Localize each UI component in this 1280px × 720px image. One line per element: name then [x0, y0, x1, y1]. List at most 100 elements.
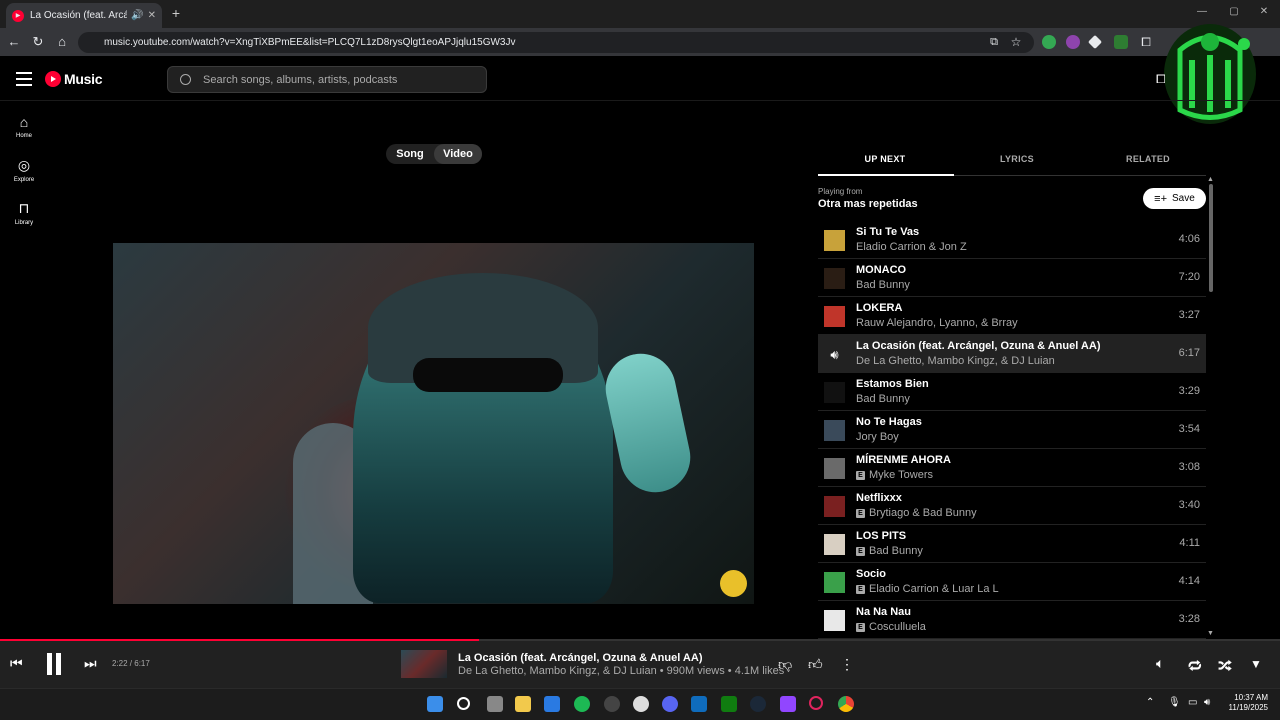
new-tab-button[interactable]: +	[168, 5, 184, 21]
search-input[interactable]: Search songs, albums, artists, podcasts	[167, 66, 487, 93]
queue-scrollbar[interactable]	[1209, 184, 1213, 292]
tab-related[interactable]: RELATED	[1083, 154, 1213, 164]
previous-button[interactable]: ⏮	[10, 655, 23, 672]
opera-icon[interactable]	[809, 696, 823, 710]
queue-item[interactable]: Estamos Bien Bad Bunny 3:29	[818, 373, 1206, 411]
now-playing-title[interactable]: La Ocasión (feat. Arcángel, Ozuna & Anue…	[458, 652, 702, 664]
system-clock[interactable]: 10:37 AM 11/19/2025	[1222, 693, 1268, 713]
extension-icon[interactable]	[1114, 35, 1128, 49]
tray-chevron-icon[interactable]: ⌃	[1146, 697, 1154, 708]
save-button[interactable]: ≡+ Save	[1143, 188, 1206, 209]
now-playing-speaker-icon[interactable]: 🔊︎	[824, 344, 845, 365]
extension-icon[interactable]	[1066, 35, 1080, 49]
browser-tab[interactable]: ▶ La Ocasión (feat. Arcángel, Oz 🔊 ✕	[6, 3, 162, 28]
app-icon[interactable]	[574, 696, 590, 712]
sidebar-item-home[interactable]: ⌂ Home	[4, 114, 44, 139]
queue-item-thumbnail[interactable]	[824, 496, 845, 517]
taskbar-search-icon[interactable]	[457, 697, 470, 710]
queue-item-title: Si Tu Te Vas	[856, 226, 920, 238]
xbox-icon[interactable]	[721, 696, 737, 712]
dislike-button[interactable]: 👎︎	[778, 656, 792, 673]
song-video-toggle[interactable]: Song Video	[386, 144, 482, 164]
more-options-button[interactable]: ⋮	[840, 656, 854, 673]
chrome-icon[interactable]	[838, 696, 854, 712]
scroll-down-icon[interactable]: ▼	[1207, 630, 1214, 637]
queue-item-thumbnail[interactable]	[824, 306, 845, 327]
queue-item-thumbnail[interactable]	[824, 230, 845, 251]
volume-tray-icon[interactable]: 🔊︎	[1204, 697, 1210, 708]
explicit-badge-icon: E	[856, 470, 865, 480]
queue-item[interactable]: MONACO Bad Bunny 7:20	[818, 259, 1206, 297]
maximize-button[interactable]: ▢	[1224, 6, 1244, 17]
queue-item[interactable]: Netflixxx E Brytiago & Bad Bunny 3:40	[818, 487, 1206, 525]
scroll-up-icon[interactable]: ▲	[1207, 176, 1214, 183]
queue-item-thumbnail[interactable]	[824, 382, 845, 403]
tab-up-next[interactable]: UP NEXT	[820, 154, 950, 164]
queue-item-thumbnail[interactable]	[824, 458, 845, 479]
mail-icon[interactable]	[691, 696, 707, 712]
toggle-song[interactable]: Song	[386, 144, 434, 164]
sidebar-item-explore[interactable]: ◎ Explore	[4, 157, 44, 183]
extension-icon[interactable]	[1042, 35, 1056, 49]
app-icon[interactable]	[633, 696, 649, 712]
queue-item[interactable]: Si Tu Te Vas Eladio Carrion & Jon Z 4:06	[818, 221, 1206, 259]
address-bar[interactable]: music.youtube.com/watch?v=XngTiXBPmEE&li…	[78, 32, 1034, 53]
queue-item[interactable]: 🔊︎ La Ocasión (feat. Arcángel, Ozuna & An…	[818, 335, 1206, 373]
windows-start-icon[interactable]	[427, 696, 443, 712]
queue-item[interactable]: Socio E Eladio Carrion & Luar La L 4:14	[818, 563, 1206, 601]
like-button[interactable]: 👍︎	[808, 656, 823, 673]
queue-item-thumbnail[interactable]	[824, 268, 845, 289]
steam-icon[interactable]	[750, 696, 766, 712]
queue-item[interactable]: LOS PITS E Bad Bunny 4:11	[818, 525, 1206, 563]
install-app-icon[interactable]: ⧉	[986, 34, 1002, 50]
queue-item[interactable]: Na Na Nau E Cosculluela 3:28	[818, 601, 1206, 639]
tab-lyrics[interactable]: LYRICS	[952, 154, 1082, 164]
reload-button[interactable]: ↻	[30, 34, 46, 50]
sidebar-item-library[interactable]: ⊓ Library	[4, 200, 44, 226]
profile-avatar-art[interactable]	[1160, 20, 1260, 128]
minimize-button[interactable]: —	[1192, 6, 1212, 17]
shuffle-button[interactable]: 🔀︎	[1218, 655, 1232, 676]
queue-item[interactable]: No Te Hagas Jory Boy 3:54	[818, 411, 1206, 449]
playlist-name[interactable]: Otra mas repetidas	[818, 198, 918, 210]
close-tab-icon[interactable]: ✕	[148, 10, 156, 21]
back-button[interactable]: ←	[6, 34, 22, 50]
toggle-video[interactable]: Video	[434, 144, 482, 164]
next-button[interactable]: ⏭	[84, 655, 97, 672]
search-placeholder: Search songs, albums, artists, podcasts	[203, 73, 398, 86]
queue-item-thumbnail[interactable]	[824, 534, 845, 555]
network-icon[interactable]: ▭	[1188, 697, 1197, 708]
queue-item-thumbnail[interactable]	[824, 420, 845, 441]
save-label: Save	[1172, 193, 1195, 204]
queue-item[interactable]: MÍRENME AHORA E Myke Towers 3:08	[818, 449, 1206, 487]
microphone-icon[interactable]: 🎙︎	[1168, 697, 1181, 708]
queue-item-duration: 3:28	[1178, 613, 1200, 625]
queue-item-artist: Bad Bunny	[856, 393, 910, 405]
repeat-button[interactable]: 🔁︎	[1188, 655, 1202, 676]
close-window-button[interactable]: ✕	[1254, 6, 1274, 17]
file-explorer-icon[interactable]	[515, 696, 531, 712]
app-icon[interactable]	[780, 696, 796, 712]
pause-button[interactable]	[44, 653, 64, 675]
queue-item-thumbnail[interactable]	[824, 610, 845, 631]
bookmark-star-icon[interactable]: ☆	[1008, 34, 1024, 50]
queue-item-thumbnail[interactable]	[824, 572, 845, 593]
task-view-icon[interactable]	[487, 696, 503, 712]
store-icon[interactable]	[544, 696, 560, 712]
queue-item-artist: Bad Bunny	[856, 279, 910, 291]
now-playing-thumbnail[interactable]	[401, 650, 447, 678]
speaker-icon[interactable]: 🔊	[131, 10, 143, 21]
volume-button[interactable]: 🔈︎	[1156, 655, 1164, 672]
extensions-puzzle-icon[interactable]: ⧠	[1138, 34, 1154, 50]
app-icon[interactable]	[604, 696, 620, 712]
menu-button[interactable]	[16, 72, 32, 86]
queue-item[interactable]: LOKERA Rauw Alejandro, Lyanno, & Brray 3:2…	[818, 297, 1206, 335]
cast-icon[interactable]: ⧠	[1156, 72, 1166, 87]
browser-tab-strip	[0, 0, 1280, 28]
home-button[interactable]: ⌂	[54, 34, 70, 50]
video-frame-sunglasses	[413, 358, 563, 392]
discord-icon[interactable]	[662, 696, 678, 712]
youtube-music-logo[interactable]: Music	[45, 71, 102, 87]
expand-player-button[interactable]: ▼	[1250, 657, 1262, 671]
video-player[interactable]	[113, 243, 754, 604]
